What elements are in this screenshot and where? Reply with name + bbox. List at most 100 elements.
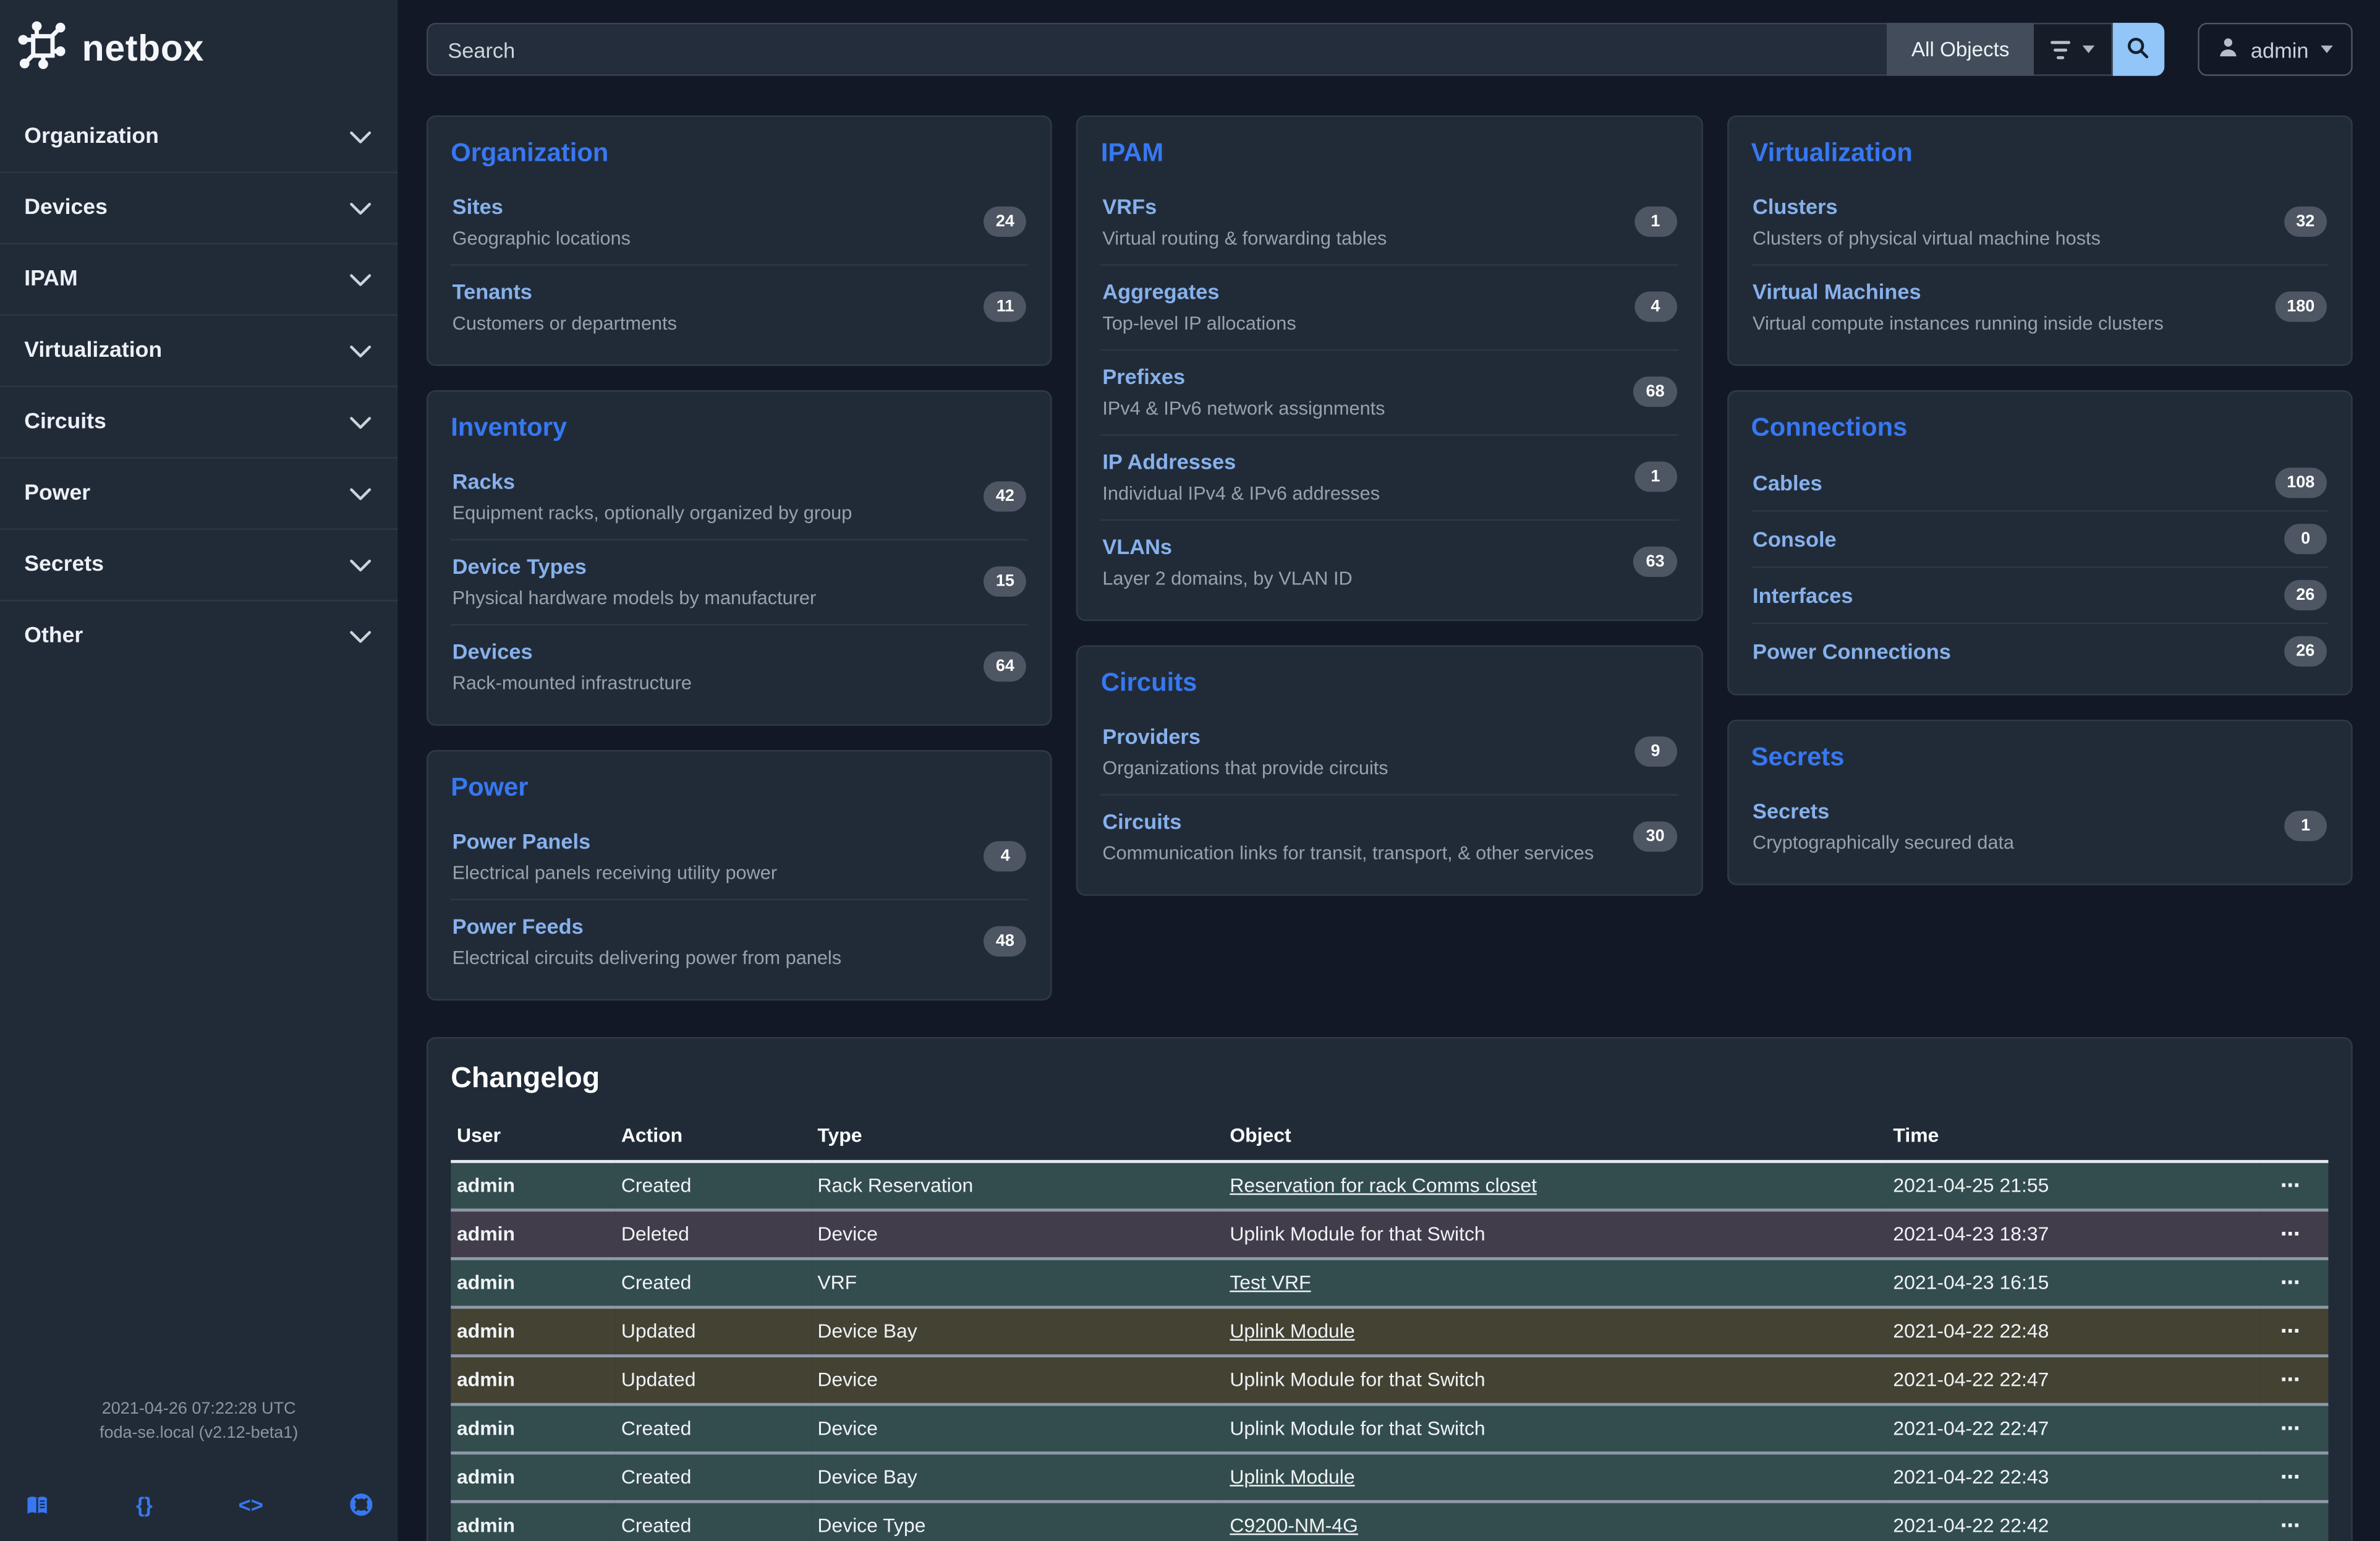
count-badge[interactable]: 1 [1634, 207, 1677, 237]
search-filter-button[interactable] [2034, 23, 2113, 76]
row-menu-button[interactable]: ⋯ [2280, 1271, 2301, 1294]
sidebar-item-power[interactable]: Power [0, 457, 397, 528]
item-link[interactable]: Power Connections [1753, 639, 1951, 664]
item-link[interactable]: Sites [453, 194, 631, 218]
changelog-header-row: UserActionTypeObjectTime [451, 1117, 2328, 1161]
changelog-row: adminCreatedVRFTest VRF2021-04-23 16:15⋯ [451, 1258, 2328, 1307]
sidebar-item-ipam[interactable]: IPAM [0, 243, 397, 314]
count-badge[interactable]: 30 [1634, 821, 1677, 852]
sidebar-item-organization[interactable]: Organization [0, 102, 397, 172]
count-badge[interactable]: 180 [2275, 291, 2327, 322]
changelog-cell-actions: ⋯ [2260, 1161, 2329, 1210]
item-link[interactable]: Devices [453, 639, 692, 664]
card-title-virtualization[interactable]: Virtualization [1751, 138, 2329, 168]
item-link[interactable]: Device Types [453, 554, 817, 578]
search-submit-button[interactable] [2112, 23, 2164, 76]
item-link[interactable]: Virtual Machines [1753, 280, 2164, 304]
card-title-secrets[interactable]: Secrets [1751, 743, 2329, 773]
sidebar-item-virtualization[interactable]: Virtualization [0, 314, 397, 385]
changelog-cell-time: 2021-04-22 22:47 [1887, 1356, 2260, 1405]
row-menu-button[interactable]: ⋯ [2280, 1320, 2301, 1343]
count-badge[interactable]: 9 [1634, 736, 1677, 767]
docs-book-icon[interactable] [24, 1493, 50, 1516]
card-title-ipam[interactable]: IPAM [1101, 138, 1678, 168]
count-badge[interactable]: 26 [2284, 636, 2327, 667]
row-menu-button[interactable]: ⋯ [2280, 1223, 2301, 1245]
row-menu-button[interactable]: ⋯ [2280, 1174, 2301, 1197]
row-menu-button[interactable]: ⋯ [2280, 1368, 2301, 1391]
changelog-cell-type: Device [812, 1210, 1224, 1259]
chevron-down-icon [349, 273, 372, 286]
row-menu-button[interactable]: ⋯ [2280, 1417, 2301, 1440]
card-title-organization[interactable]: Organization [451, 138, 1028, 168]
row-menu-button[interactable]: ⋯ [2280, 1465, 2301, 1488]
card-title-inventory[interactable]: Inventory [451, 413, 1028, 443]
count-badge[interactable]: 1 [1634, 461, 1677, 492]
count-badge[interactable]: 1 [2284, 811, 2327, 841]
changelog-row: adminCreatedDeviceUplink Module for that… [451, 1404, 2328, 1453]
count-badge[interactable]: 32 [2284, 207, 2327, 237]
rest-api-braces-icon[interactable]: {} [136, 1493, 153, 1517]
card-circuits: CircuitsProvidersOrganizations that prov… [1077, 646, 1702, 896]
item-description: Virtual compute instances running inside… [1753, 313, 2164, 334]
object-link[interactable]: Uplink Module [1230, 1320, 1354, 1343]
object-link[interactable]: Uplink Module [1230, 1465, 1354, 1488]
count-badge[interactable]: 0 [2284, 524, 2327, 554]
object-link[interactable]: Test VRF [1230, 1271, 1311, 1294]
item-link[interactable]: VLANs [1102, 534, 1352, 558]
search-input[interactable] [427, 23, 1887, 76]
changelog-cell-actions: ⋯ [2260, 1453, 2329, 1502]
item-link[interactable]: Circuits [1102, 809, 1594, 834]
count-badge[interactable]: 4 [984, 841, 1027, 871]
item-link[interactable]: Clusters [1753, 194, 2101, 218]
count-badge[interactable]: 15 [984, 566, 1026, 597]
count-badge[interactable]: 42 [984, 481, 1026, 511]
sidebar-item-other[interactable]: Other [0, 600, 397, 671]
item-text: CircuitsCommunication links for transit,… [1102, 809, 1594, 864]
item-link[interactable]: Console [1753, 527, 1837, 551]
item-link[interactable]: Power Feeds [453, 914, 841, 938]
card-title-power[interactable]: Power [451, 773, 1028, 803]
count-badge[interactable]: 11 [984, 291, 1027, 322]
card-title-circuits[interactable]: Circuits [1101, 668, 1678, 698]
item-link[interactable]: Racks [453, 469, 852, 493]
server-host-version: foda-se.local (v2.12-beta1) [24, 1421, 373, 1445]
object-link[interactable]: C9200-NM-4G [1230, 1514, 1358, 1537]
changelog-cell-time: 2021-04-23 18:37 [1887, 1210, 2260, 1259]
object-link[interactable]: Reservation for rack Comms closet [1230, 1174, 1537, 1197]
changelog-cell-time: 2021-04-22 22:42 [1887, 1501, 2260, 1541]
card-title-connections[interactable]: Connections [1751, 413, 2329, 443]
count-badge[interactable]: 4 [1634, 291, 1677, 322]
row-menu-button[interactable]: ⋯ [2280, 1514, 2301, 1537]
item-link[interactable]: Interfaces [1753, 583, 1853, 607]
count-badge[interactable]: 108 [2275, 467, 2327, 498]
count-badge[interactable]: 64 [984, 651, 1026, 681]
code-brackets-icon[interactable]: <> [239, 1493, 263, 1517]
sidebar-item-circuits[interactable]: Circuits [0, 386, 397, 457]
changelog-cell-actions: ⋯ [2260, 1501, 2329, 1541]
item-link[interactable]: Providers [1102, 724, 1388, 748]
count-badge[interactable]: 24 [984, 207, 1026, 237]
count-badge[interactable]: 26 [2284, 580, 2327, 610]
item-link[interactable]: Tenants [453, 280, 677, 304]
item-text: DevicesRack-mounted infrastructure [453, 639, 692, 694]
item-link[interactable]: Prefixes [1102, 364, 1385, 388]
count-badge[interactable]: 48 [984, 926, 1026, 957]
item-link[interactable]: Aggregates [1102, 280, 1296, 304]
item-text: SecretsCryptographically secured data [1753, 798, 2014, 853]
help-lifebuoy-icon[interactable] [349, 1493, 373, 1517]
card-item-prefixes: PrefixesIPv4 & IPv6 network assignments6… [1101, 349, 1678, 434]
item-link[interactable]: Secrets [1753, 798, 2014, 822]
item-text: ClustersClusters of physical virtual mac… [1753, 194, 2101, 249]
item-link[interactable]: IP Addresses [1102, 450, 1380, 474]
item-link[interactable]: Power Panels [453, 829, 777, 853]
sidebar-item-secrets[interactable]: Secrets [0, 528, 397, 599]
user-menu-button[interactable]: admin [2198, 23, 2353, 76]
sidebar-item-devices[interactable]: Devices [0, 171, 397, 242]
netbox-logo[interactable]: netbox [0, 0, 397, 102]
count-badge[interactable]: 68 [1634, 377, 1677, 407]
count-badge[interactable]: 63 [1634, 547, 1677, 577]
search-scope-button[interactable]: All Objects [1887, 23, 2034, 76]
item-link[interactable]: VRFs [1102, 194, 1387, 218]
item-link[interactable]: Cables [1753, 471, 1822, 495]
